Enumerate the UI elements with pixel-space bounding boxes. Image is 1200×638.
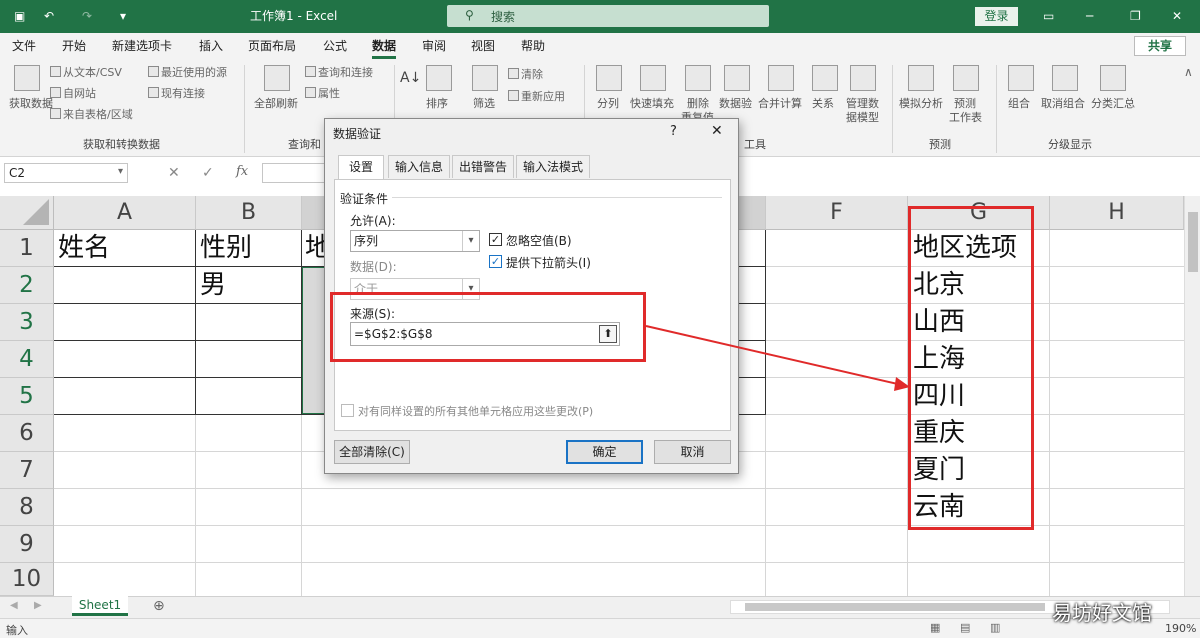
arrow-head	[894, 377, 910, 391]
annotation-arrow	[645, 325, 910, 391]
arrow-line	[645, 325, 903, 386]
